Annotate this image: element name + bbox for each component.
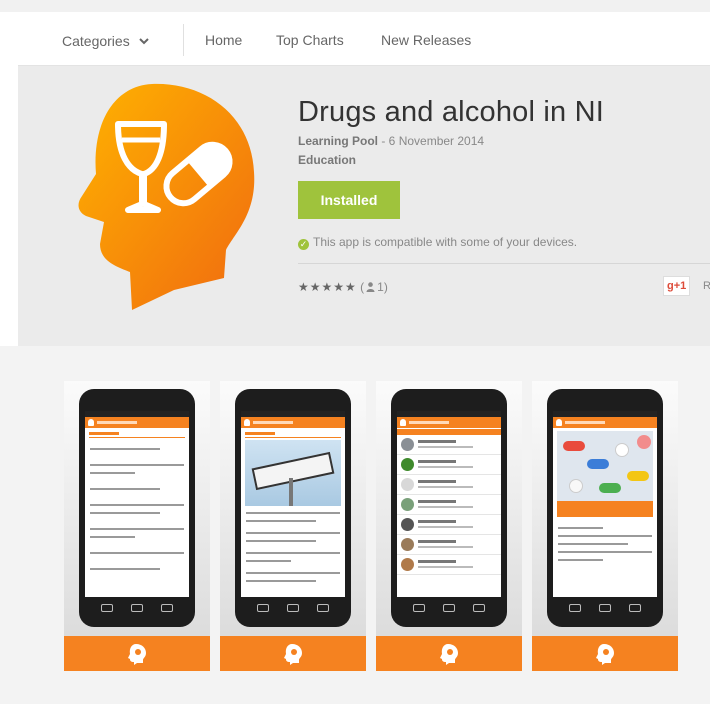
phone-screen-welcome xyxy=(85,411,189,597)
developer-link[interactable]: Learning Pool xyxy=(298,134,378,148)
check-icon: ✓ xyxy=(298,239,309,250)
app-details-header: Drugs and alcohol in NI Learning Pool - … xyxy=(18,66,710,346)
head-logo-icon xyxy=(128,644,146,665)
phone-frame xyxy=(79,389,195,627)
star-rating: ★★★★★ xyxy=(298,280,357,294)
screenshot-1[interactable] xyxy=(64,381,210,671)
nav-categories-label: Categories xyxy=(62,33,130,49)
head-logo-icon xyxy=(440,644,458,665)
top-strip xyxy=(0,0,710,12)
app-category[interactable]: Education xyxy=(298,153,356,167)
phone-frame xyxy=(547,389,663,627)
top-nav: Categories Home Top Charts New Releases xyxy=(18,12,710,66)
app-icon xyxy=(66,76,266,316)
installed-button[interactable]: Installed xyxy=(298,181,400,219)
rating-count: 1 xyxy=(377,280,384,294)
person-icon xyxy=(366,281,375,295)
rating-summary: ★★★★★ ( 1) xyxy=(298,280,388,295)
pills-image xyxy=(557,431,653,501)
screenshot-2[interactable] xyxy=(220,381,366,671)
head-logo-icon xyxy=(284,644,302,665)
screenshot-4[interactable] xyxy=(532,381,678,671)
rating-open: ( xyxy=(356,280,365,294)
screenshot-footer xyxy=(376,636,522,671)
compatibility-note: ✓ This app is compatible with some of you… xyxy=(298,235,577,250)
nav-home[interactable]: Home xyxy=(205,32,242,48)
phone-screen-drug-list xyxy=(397,411,501,597)
screenshot-footer xyxy=(532,636,678,671)
nav-new-releases[interactable]: New Releases xyxy=(381,32,471,48)
gplus-count-label: R xyxy=(703,280,710,292)
phone-frame xyxy=(391,389,507,627)
screenshot-3[interactable] xyxy=(376,381,522,671)
nav-categories[interactable]: Categories xyxy=(62,32,149,49)
screenshot-footer xyxy=(64,636,210,671)
phone-screen-benzodiazepines xyxy=(553,411,657,597)
app-title: Drugs and alcohol in NI xyxy=(298,96,605,128)
rating-close: ) xyxy=(383,280,388,294)
chevron-down-icon xyxy=(138,32,149,48)
head-logo-icon xyxy=(596,644,614,665)
phone-frame xyxy=(235,389,351,627)
recovery-sign-image xyxy=(245,440,341,506)
nav-divider xyxy=(183,24,184,56)
screenshot-footer xyxy=(220,636,366,671)
release-date: - 6 November 2014 xyxy=(378,134,485,148)
nav-top-charts[interactable]: Top Charts xyxy=(276,32,344,48)
developer-line: Learning Pool - 6 November 2014 xyxy=(298,134,484,148)
google-plus-one-button[interactable]: g+1 xyxy=(663,276,691,296)
compatibility-text: This app is compatible with some of your… xyxy=(313,235,578,249)
phone-screen-recovery xyxy=(241,411,345,597)
header-divider xyxy=(298,263,710,264)
screenshot-gallery xyxy=(0,346,710,704)
